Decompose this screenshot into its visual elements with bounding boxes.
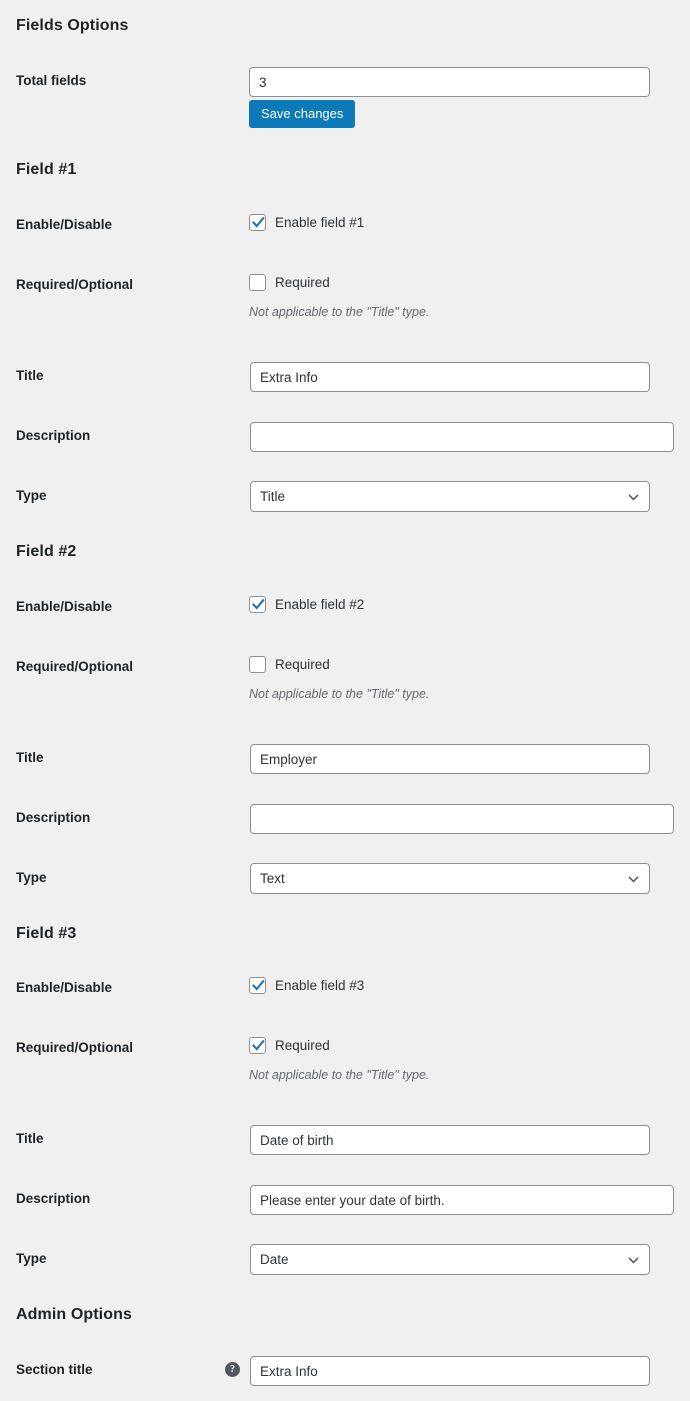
field-3-description-label: Description	[16, 1191, 91, 1206]
total-fields-input[interactable]	[249, 67, 650, 97]
field-1-enable-checkbox-label: Enable field #1	[275, 215, 365, 230]
field-3-required-checkbox-row[interactable]: Required	[249, 1037, 330, 1054]
field-2-required-checkbox-label: Required	[275, 657, 330, 672]
field-2-enable-checkbox-label: Enable field #2	[275, 597, 365, 612]
field-1-description-input[interactable]	[250, 422, 674, 452]
field-1-title-input[interactable]	[250, 362, 650, 392]
field-2-description-input[interactable]	[250, 804, 674, 834]
field-3-type-hint: Not applicable to the "Title" type.	[249, 1068, 430, 1082]
check-icon	[252, 979, 265, 991]
field-2-required-optional-label: Required/Optional	[16, 659, 134, 674]
field-2-type-select-value: Text	[250, 863, 650, 894]
save-changes-button[interactable]: Save changes	[249, 100, 356, 128]
section-title-input[interactable]	[250, 1356, 650, 1386]
field-3-enable-checkbox[interactable]	[249, 977, 266, 994]
field-1-required-optional-label: Required/Optional	[16, 277, 134, 292]
field-1-required-checkbox[interactable]	[249, 274, 266, 291]
field-2-title-input[interactable]	[250, 744, 650, 774]
field-3-enable-checkbox-label: Enable field #3	[275, 978, 365, 993]
field-3-required-optional-label: Required/Optional	[16, 1040, 134, 1055]
field-2-type-label: Type	[16, 870, 47, 885]
field-3-required-checkbox[interactable]	[249, 1037, 266, 1054]
field-1-description-label: Description	[16, 428, 91, 443]
field-2-type-hint: Not applicable to the "Title" type.	[249, 687, 430, 701]
total-fields-label: Total fields	[16, 73, 87, 88]
admin-options-heading: Admin Options	[16, 1306, 132, 1323]
field-1-type-select[interactable]: Title	[250, 481, 650, 512]
check-icon	[252, 1039, 265, 1051]
fields-options-heading: Fields Options	[16, 17, 129, 34]
section-title-label: Section title	[16, 1362, 93, 1377]
field-1-enable-checkbox[interactable]	[249, 214, 266, 231]
field-2-enable-disable-label: Enable/Disable	[16, 599, 113, 614]
field-3-title-label: Title	[16, 1131, 44, 1146]
field-2-title-label: Title	[16, 750, 44, 765]
field-1-enable-disable-label: Enable/Disable	[16, 217, 113, 232]
field-2-type-select[interactable]: Text	[250, 863, 650, 894]
field-2-description-label: Description	[16, 810, 91, 825]
field-1-type-select-value: Title	[250, 481, 650, 512]
field-1-required-checkbox-label: Required	[275, 275, 330, 290]
field-2-required-checkbox[interactable]	[249, 656, 266, 673]
field-1-type-hint: Not applicable to the "Title" type.	[249, 305, 430, 319]
settings-page: Fields Options Total fields Save changes…	[0, 0, 690, 1401]
field-1-required-checkbox-row[interactable]: Required	[249, 274, 330, 291]
field-2-enable-checkbox[interactable]	[249, 596, 266, 613]
field-1-type-label: Type	[16, 488, 47, 503]
field-3-type-select-value: Date	[250, 1244, 650, 1275]
field-2-enable-checkbox-row[interactable]: Enable field #2	[249, 596, 364, 613]
field-3-required-checkbox-label: Required	[275, 1038, 330, 1053]
field-2-required-checkbox-row[interactable]: Required	[249, 656, 330, 673]
help-icon[interactable]: ?	[225, 1362, 240, 1377]
field-1-title-label: Title	[16, 368, 44, 383]
check-icon	[252, 598, 265, 610]
check-icon	[252, 216, 265, 228]
field-3-enable-checkbox-row[interactable]: Enable field #3	[249, 977, 364, 994]
field-3-heading: Field #3	[16, 925, 77, 942]
field-3-enable-disable-label: Enable/Disable	[16, 980, 113, 995]
field-3-type-label: Type	[16, 1251, 47, 1266]
field-1-heading: Field #1	[16, 161, 77, 178]
field-1-enable-checkbox-row[interactable]: Enable field #1	[249, 214, 364, 231]
field-3-title-input[interactable]	[250, 1125, 650, 1155]
field-3-type-select[interactable]: Date	[250, 1244, 650, 1275]
field-2-heading: Field #2	[16, 543, 77, 560]
field-3-description-input[interactable]	[250, 1185, 674, 1215]
